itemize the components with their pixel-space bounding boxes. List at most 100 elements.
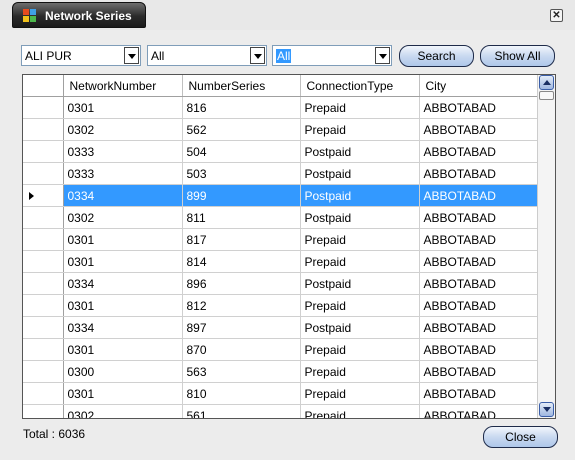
table-cell[interactable]: ABBOTABAD bbox=[419, 184, 538, 207]
connection-type-combo[interactable]: All bbox=[272, 45, 392, 66]
row-header[interactable] bbox=[23, 206, 64, 229]
table-cell[interactable]: ABBOTABAD bbox=[419, 316, 538, 339]
table-cell[interactable]: 0334 bbox=[63, 272, 183, 295]
table-cell[interactable]: ABBOTABAD bbox=[419, 228, 538, 251]
table-cell[interactable]: 0301 bbox=[63, 294, 183, 317]
table-cell[interactable]: 817 bbox=[182, 228, 301, 251]
row-header[interactable] bbox=[23, 316, 64, 339]
table-cell[interactable]: ABBOTABAD bbox=[419, 404, 538, 418]
table-cell[interactable]: ABBOTABAD bbox=[419, 250, 538, 273]
table-cell[interactable]: 562 bbox=[182, 118, 301, 141]
table-cell[interactable]: 0302 bbox=[63, 206, 183, 229]
table-cell[interactable]: ABBOTABAD bbox=[419, 382, 538, 405]
table-cell[interactable]: 0302 bbox=[63, 404, 183, 418]
chevron-down-icon[interactable] bbox=[250, 47, 265, 64]
column-header[interactable]: NetworkNumber bbox=[63, 75, 183, 97]
table-row[interactable]: 0302 562 Prepaid ABBOTABAD bbox=[23, 118, 538, 141]
row-header[interactable] bbox=[23, 118, 64, 141]
row-header[interactable] bbox=[23, 228, 64, 251]
chevron-down-icon[interactable] bbox=[375, 47, 390, 64]
scroll-down-icon[interactable] bbox=[539, 402, 554, 417]
table-cell[interactable]: Postpaid bbox=[300, 162, 420, 185]
close-icon[interactable]: ✕ bbox=[550, 9, 563, 22]
table-cell[interactable]: 0302 bbox=[63, 118, 183, 141]
table-cell[interactable]: 0301 bbox=[63, 338, 183, 361]
table-row[interactable]: 0333 503 Postpaid ABBOTABAD bbox=[23, 162, 538, 185]
table-cell[interactable]: Prepaid bbox=[300, 360, 420, 383]
table-row[interactable]: 0301 870 Prepaid ABBOTABAD bbox=[23, 338, 538, 361]
table-cell[interactable]: 870 bbox=[182, 338, 301, 361]
column-header[interactable]: ConnectionType bbox=[300, 75, 420, 97]
table-row[interactable]: 0301 812 Prepaid ABBOTABAD bbox=[23, 294, 538, 317]
table-cell[interactable]: ABBOTABAD bbox=[419, 272, 538, 295]
table-cell[interactable]: Postpaid bbox=[300, 272, 420, 295]
location-combo[interactable]: ALI PUR bbox=[21, 45, 141, 66]
table-cell[interactable]: 0333 bbox=[63, 162, 183, 185]
row-header[interactable] bbox=[23, 184, 64, 207]
table-cell[interactable]: 503 bbox=[182, 162, 301, 185]
table-cell[interactable]: 563 bbox=[182, 360, 301, 383]
network-combo[interactable]: All bbox=[147, 45, 267, 66]
table-cell[interactable]: ABBOTABAD bbox=[419, 338, 538, 361]
column-header[interactable]: City bbox=[419, 75, 538, 97]
row-header[interactable] bbox=[23, 338, 64, 361]
table-cell[interactable]: 897 bbox=[182, 316, 301, 339]
table-cell[interactable]: 0301 bbox=[63, 250, 183, 273]
table-cell[interactable]: 811 bbox=[182, 206, 301, 229]
row-header[interactable] bbox=[23, 272, 64, 295]
row-header[interactable] bbox=[23, 96, 64, 119]
table-cell[interactable]: ABBOTABAD bbox=[419, 294, 538, 317]
scroll-up-icon[interactable] bbox=[539, 75, 554, 90]
table-cell[interactable]: ABBOTABAD bbox=[419, 206, 538, 229]
table-row[interactable]: 0302 561 Prepaid ABBOTABAD bbox=[23, 404, 538, 418]
table-cell[interactable]: 812 bbox=[182, 294, 301, 317]
table-row[interactable]: 0301 816 Prepaid ABBOTABAD bbox=[23, 96, 538, 119]
table-cell[interactable]: Postpaid bbox=[300, 206, 420, 229]
table-cell[interactable]: 896 bbox=[182, 272, 301, 295]
table-cell[interactable]: Prepaid bbox=[300, 228, 420, 251]
table-row[interactable]: 0301 810 Prepaid ABBOTABAD bbox=[23, 382, 538, 405]
table-row[interactable]: 0334 896 Postpaid ABBOTABAD bbox=[23, 272, 538, 295]
row-header[interactable] bbox=[23, 140, 64, 163]
table-cell[interactable]: 814 bbox=[182, 250, 301, 273]
table-cell[interactable]: Postpaid bbox=[300, 184, 420, 207]
row-header[interactable] bbox=[23, 360, 64, 383]
table-row[interactable]: 0302 811 Postpaid ABBOTABAD bbox=[23, 206, 538, 229]
scroll-thumb[interactable] bbox=[539, 91, 554, 100]
show-all-button[interactable]: Show All bbox=[480, 45, 555, 67]
table-cell[interactable]: 504 bbox=[182, 140, 301, 163]
row-header[interactable] bbox=[23, 382, 64, 405]
table-cell[interactable]: ABBOTABAD bbox=[419, 140, 538, 163]
table-cell[interactable]: ABBOTABAD bbox=[419, 162, 538, 185]
table-cell[interactable]: 810 bbox=[182, 382, 301, 405]
table-row[interactable]: 0334 897 Postpaid ABBOTABAD bbox=[23, 316, 538, 339]
table-cell[interactable]: Prepaid bbox=[300, 382, 420, 405]
table-cell[interactable]: 561 bbox=[182, 404, 301, 418]
table-cell[interactable]: 0334 bbox=[63, 184, 183, 207]
row-header[interactable] bbox=[23, 250, 64, 273]
table-cell[interactable]: 816 bbox=[182, 96, 301, 119]
table-cell[interactable]: 899 bbox=[182, 184, 301, 207]
table-cell[interactable]: Postpaid bbox=[300, 316, 420, 339]
table-cell[interactable]: Prepaid bbox=[300, 404, 420, 418]
row-header[interactable] bbox=[23, 162, 64, 185]
table-cell[interactable]: 0333 bbox=[63, 140, 183, 163]
table-cell[interactable]: Prepaid bbox=[300, 96, 420, 119]
column-header[interactable]: NumberSeries bbox=[182, 75, 301, 97]
chevron-down-icon[interactable] bbox=[124, 47, 139, 64]
search-button[interactable]: Search bbox=[399, 45, 474, 67]
table-cell[interactable]: 0300 bbox=[63, 360, 183, 383]
close-button[interactable]: Close bbox=[483, 426, 558, 448]
table-row[interactable]: 0334 899 Postpaid ABBOTABAD bbox=[23, 184, 538, 207]
table-row[interactable]: 0301 817 Prepaid ABBOTABAD bbox=[23, 228, 538, 251]
table-row[interactable]: 0301 814 Prepaid ABBOTABAD bbox=[23, 250, 538, 273]
table-cell[interactable]: Prepaid bbox=[300, 118, 420, 141]
row-header[interactable] bbox=[23, 404, 64, 418]
table-cell[interactable]: ABBOTABAD bbox=[419, 360, 538, 383]
table-cell[interactable]: Prepaid bbox=[300, 294, 420, 317]
data-grid[interactable]: NetworkNumber NumberSeries ConnectionTyp… bbox=[22, 74, 556, 419]
table-cell[interactable]: Prepaid bbox=[300, 250, 420, 273]
table-cell[interactable]: 0301 bbox=[63, 228, 183, 251]
table-cell[interactable]: 0301 bbox=[63, 96, 183, 119]
table-cell[interactable]: ABBOTABAD bbox=[419, 96, 538, 119]
